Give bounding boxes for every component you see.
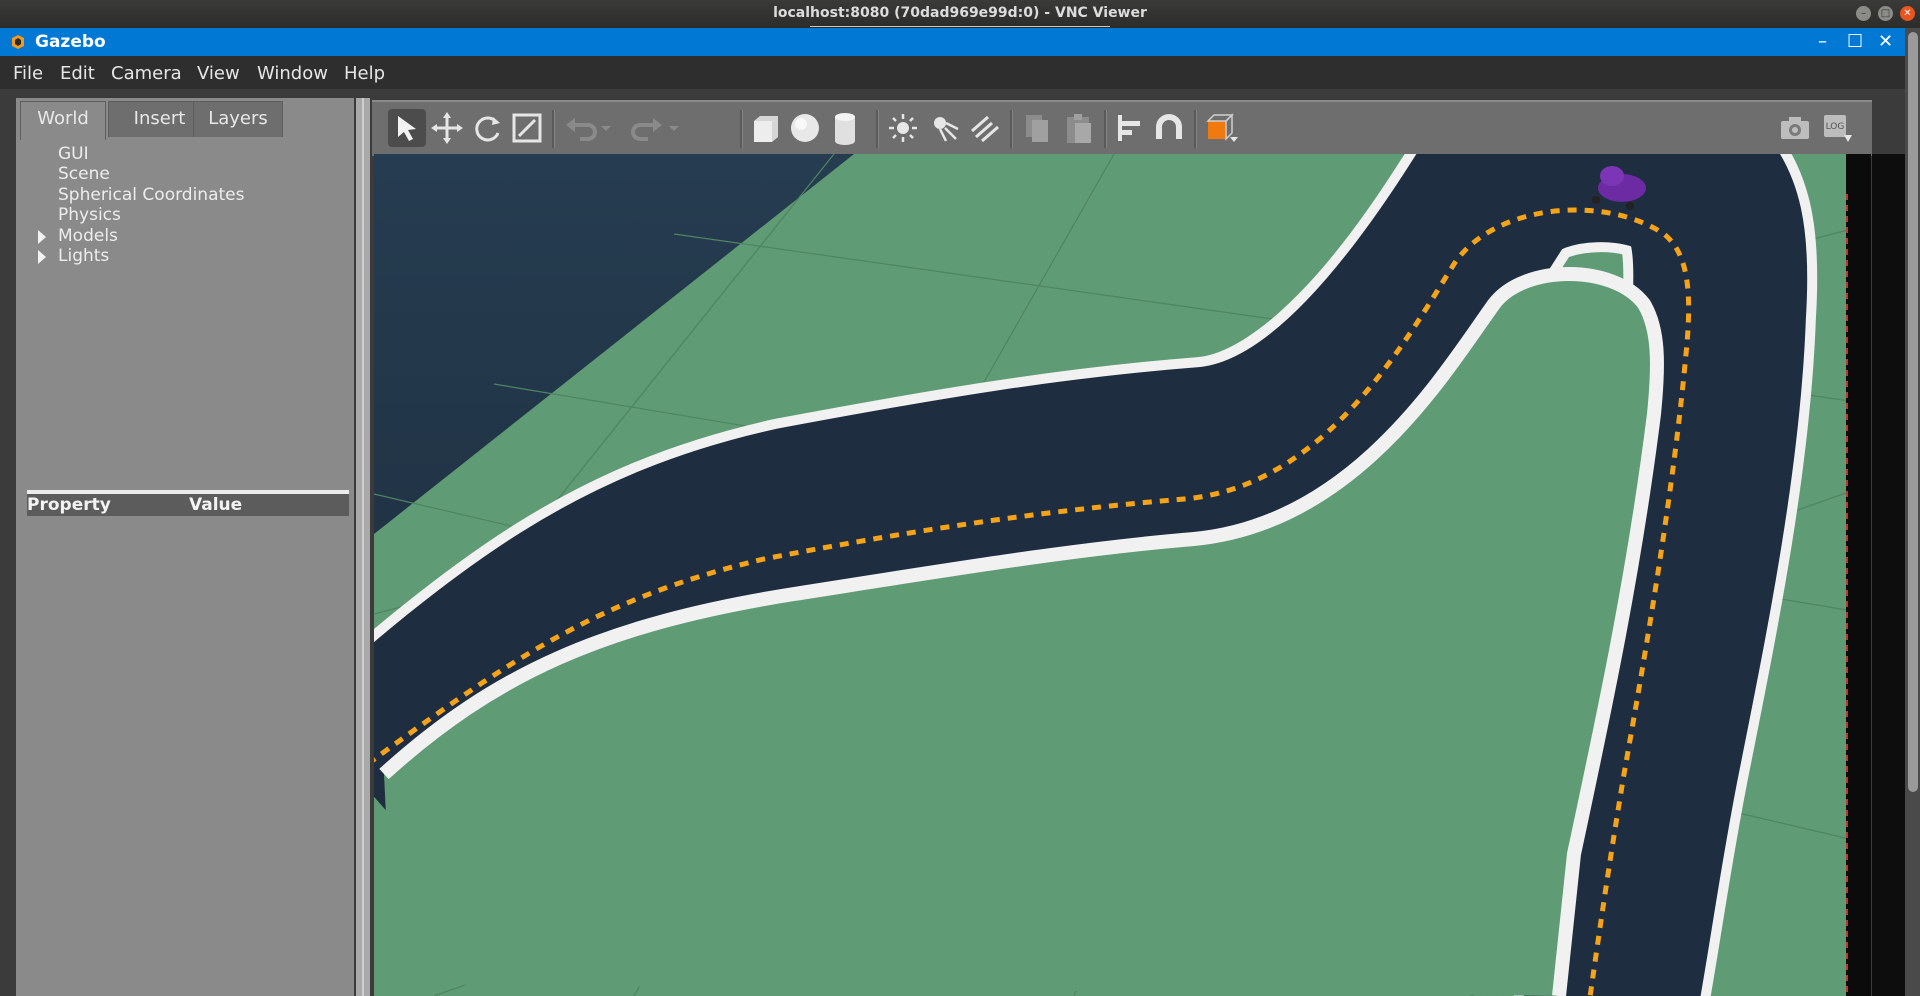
toolbar-separator xyxy=(740,110,743,148)
tree-item-label: Physics xyxy=(58,205,121,225)
tab-world[interactable]: World xyxy=(20,101,106,140)
log-record-icon[interactable]: LOG xyxy=(1818,109,1856,147)
undo-dropdown-icon[interactable] xyxy=(596,109,616,147)
tree-item-label: Lights xyxy=(58,246,110,266)
menu-help[interactable]: Help xyxy=(344,63,385,84)
tree-item-models[interactable]: Models xyxy=(38,226,118,246)
select-arrow-icon[interactable] xyxy=(388,109,426,147)
viewport-edge xyxy=(1846,154,1871,996)
screenshot-camera-icon[interactable] xyxy=(1776,109,1814,147)
world-scene xyxy=(374,154,1871,996)
tree-item-physics[interactable]: Physics xyxy=(58,205,121,225)
translate-icon[interactable] xyxy=(428,109,466,147)
tree-item-spherical-coordinates[interactable]: Spherical Coordinates xyxy=(58,185,244,205)
cylinder-shape-icon[interactable] xyxy=(826,109,864,147)
property-table-header: Property Value xyxy=(27,490,349,516)
expand-arrow-icon[interactable] xyxy=(38,250,46,264)
rotate-icon[interactable] xyxy=(468,109,506,147)
redo-dropdown-icon[interactable] xyxy=(664,109,684,147)
copy-icon[interactable] xyxy=(1018,109,1056,147)
vnc-close-button[interactable]: ✕ xyxy=(1900,6,1915,21)
tree-item-label: GUI xyxy=(58,144,89,164)
scrollbar-thumb[interactable] xyxy=(1908,32,1918,792)
maximize-button[interactable]: ☐ xyxy=(1847,31,1863,52)
toolbar-separator xyxy=(1010,110,1013,148)
app-title-bar: Gazebo – ☐ ✕ xyxy=(0,28,1905,56)
tree-item-label: Models xyxy=(58,226,118,246)
svg-text:LOG: LOG xyxy=(1826,122,1845,132)
tree-item-label: Scene xyxy=(58,164,110,184)
tree-item-scene[interactable]: Scene xyxy=(58,164,110,184)
paste-icon[interactable] xyxy=(1060,109,1098,147)
toolbar-separator xyxy=(1104,110,1107,148)
tree-item-label: Spherical Coordinates xyxy=(58,185,245,205)
vnc-title-underline xyxy=(810,26,1110,27)
menu-view[interactable]: View xyxy=(197,63,240,84)
vnc-title-bar: localhost:8080 (70dad969e99d:0) - VNC Vi… xyxy=(0,0,1920,28)
app-title: Gazebo xyxy=(35,32,106,52)
property-column-header: Property xyxy=(27,495,111,515)
tab-layers[interactable]: Layers xyxy=(193,101,283,137)
menu-edit[interactable]: Edit xyxy=(60,63,95,84)
point-light-icon[interactable] xyxy=(884,109,922,147)
redo-icon[interactable] xyxy=(628,109,666,147)
toolbar-separator xyxy=(1194,110,1197,148)
view-angle-icon[interactable] xyxy=(1202,109,1240,147)
expand-arrow-icon[interactable] xyxy=(38,230,46,244)
value-column-header: Value xyxy=(189,495,243,515)
menu-camera[interactable]: Camera xyxy=(111,63,182,84)
tree-item-lights[interactable]: Lights xyxy=(38,246,110,266)
snap-magnet-icon[interactable] xyxy=(1150,109,1188,147)
tree-item-gui[interactable]: GUI xyxy=(58,144,89,164)
menu-file[interactable]: File xyxy=(13,63,43,84)
close-button[interactable]: ✕ xyxy=(1878,31,1893,52)
vnc-maximize-button[interactable]: □ xyxy=(1878,6,1893,21)
spot-light-icon[interactable] xyxy=(926,109,964,147)
toolbar: LOG xyxy=(372,100,1872,156)
toolbar-separator xyxy=(552,110,555,148)
3d-viewport[interactable] xyxy=(374,154,1871,996)
undo-icon[interactable] xyxy=(562,109,600,147)
align-icon[interactable] xyxy=(1110,109,1148,147)
scale-icon[interactable] xyxy=(508,109,546,147)
panel-splitter-line xyxy=(362,98,364,996)
directional-light-icon[interactable] xyxy=(966,109,1004,147)
toolbar-separator xyxy=(876,110,879,148)
box-shape-icon[interactable] xyxy=(746,109,784,147)
gazebo-logo-icon xyxy=(12,35,24,49)
minimize-button[interactable]: – xyxy=(1818,31,1827,52)
vnc-minimize-button[interactable]: – xyxy=(1856,6,1871,21)
menu-bar: File Edit Camera View Window Help xyxy=(0,56,1905,89)
sphere-shape-icon[interactable] xyxy=(786,109,824,147)
menu-window[interactable]: Window xyxy=(257,63,328,84)
vnc-window-title: localhost:8080 (70dad969e99d:0) - VNC Vi… xyxy=(773,5,1147,21)
right-border-strip xyxy=(1872,154,1905,996)
